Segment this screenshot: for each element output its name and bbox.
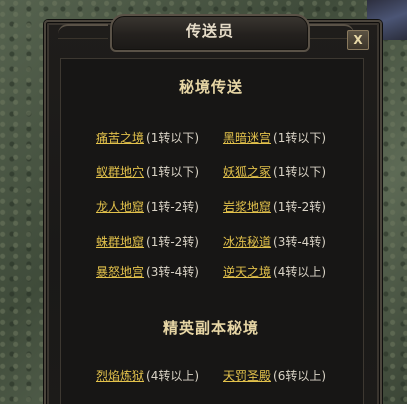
teleport-link[interactable]: 岩浆地窟 bbox=[223, 200, 271, 214]
requirement-text: (1转-2转) bbox=[146, 235, 199, 249]
teleport-link[interactable]: 蚁群地穴 bbox=[96, 165, 144, 179]
title-ornament-left bbox=[58, 24, 108, 39]
close-button[interactable]: X bbox=[347, 30, 369, 50]
requirement-text: (4转以上) bbox=[273, 265, 327, 279]
teleport-link[interactable]: 烈焰炼狱 bbox=[96, 369, 144, 383]
teleport-link[interactable]: 龙人地窟 bbox=[96, 200, 144, 214]
teleport-link[interactable]: 天罚圣殿 bbox=[223, 369, 271, 383]
requirement-text: (1转以下) bbox=[273, 165, 327, 179]
section-title-elite-dungeon: 精英副本秘境 bbox=[162, 319, 259, 337]
requirement-text: (1转以下) bbox=[146, 165, 200, 179]
dialog-content-area bbox=[60, 58, 364, 404]
requirement-text: (4转以上) bbox=[146, 369, 200, 383]
teleport-entry[interactable]: 岩浆地窟 (1转-2转) bbox=[223, 198, 326, 216]
teleport-entry[interactable]: 冰冻秘道 (3转-4转) bbox=[223, 233, 326, 251]
teleport-link[interactable]: 冰冻秘道 bbox=[223, 235, 271, 249]
requirement-text: (1转-2转) bbox=[273, 200, 326, 214]
teleport-entry[interactable]: 痛苦之境 (1转以下) bbox=[96, 129, 199, 147]
requirement-text: (1转-2转) bbox=[146, 200, 199, 214]
teleport-link[interactable]: 黑暗迷宫 bbox=[223, 131, 271, 145]
requirement-text: (3转-4转) bbox=[273, 235, 326, 249]
section-title-secret-realm: 秘境传送 bbox=[178, 78, 243, 96]
teleport-link[interactable]: 暴怒地宫 bbox=[96, 265, 144, 279]
teleport-entry[interactable]: 蚁群地穴 (1转以下) bbox=[96, 163, 199, 181]
teleport-entry[interactable]: 暴怒地宫 (3转-4转) bbox=[96, 263, 199, 281]
requirement-text: (6转以上) bbox=[273, 369, 327, 383]
requirement-text: (1转以下) bbox=[146, 131, 200, 145]
teleport-entry[interactable]: 龙人地窟 (1转-2转) bbox=[96, 198, 199, 216]
teleport-link[interactable]: 妖狐之冢 bbox=[223, 165, 271, 179]
teleport-entry[interactable]: 逆天之境 (4转以上) bbox=[223, 263, 326, 281]
teleport-entry[interactable]: 天罚圣殿 (6转以上) bbox=[223, 367, 326, 385]
teleport-link[interactable]: 蛛群地窟 bbox=[96, 235, 144, 249]
requirement-text: (1转以下) bbox=[273, 131, 327, 145]
requirement-text: (3转-4转) bbox=[146, 265, 199, 279]
teleport-entry[interactable]: 蛛群地窟 (1转-2转) bbox=[96, 233, 199, 251]
teleport-entry[interactable]: 烈焰炼狱 (4转以上) bbox=[96, 367, 199, 385]
teleport-link[interactable]: 逆天之境 bbox=[223, 265, 271, 279]
teleport-entry[interactable]: 黑暗迷宫 (1转以下) bbox=[223, 129, 326, 147]
teleport-link[interactable]: 痛苦之境 bbox=[96, 131, 144, 145]
teleport-entry[interactable]: 妖狐之冢 (1转以下) bbox=[223, 163, 326, 181]
dialog-title: 传送员 bbox=[185, 22, 234, 40]
